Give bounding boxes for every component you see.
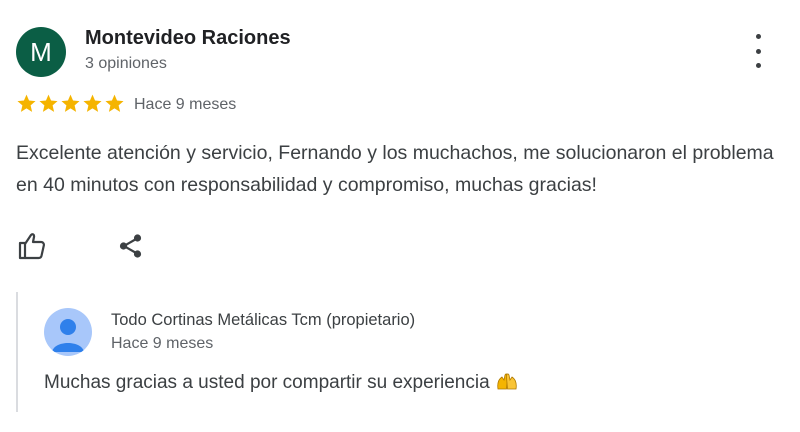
author-name[interactable]: Montevideo Raciones: [85, 27, 291, 50]
more-vert-icon-dot: [755, 48, 761, 54]
star-rating: [16, 93, 125, 114]
person-icon: [52, 319, 84, 352]
author-avatar[interactable]: M: [16, 27, 66, 77]
more-vert-icon-dot: [755, 34, 761, 39]
like-button[interactable]: [16, 230, 48, 262]
author-initial: M: [30, 36, 52, 67]
star-icon: [17, 94, 36, 112]
reply-divider: [16, 292, 18, 412]
reply-text-body: Muchas gracias a usted por compartir su …: [44, 372, 490, 393]
more-options-button[interactable]: [744, 34, 772, 68]
review-text: Excelente atención y servicio, Fernando …: [16, 142, 774, 196]
more-vert-icon-dot: [755, 63, 761, 68]
star-icon: [61, 94, 80, 112]
share-button[interactable]: [116, 231, 146, 261]
reply-text: Muchas gracias a usted por compartir su …: [44, 371, 518, 394]
reply-date: Hace 9 meses: [111, 335, 214, 352]
owner-avatar[interactable]: [44, 308, 92, 356]
raising-hands-emoji-icon: [496, 371, 518, 391]
star-icon: [39, 94, 58, 112]
star-icon: [83, 94, 102, 112]
owner-name: Todo Cortinas Metálicas Tcm (propietario…: [111, 311, 416, 329]
review-date: Hace 9 meses: [134, 96, 237, 113]
review-card: M Montevideo Raciones 3 opiniones Hace 9…: [0, 0, 800, 432]
star-icon: [105, 94, 124, 112]
author-review-count: 3 opiniones: [85, 55, 167, 72]
share-icon: [119, 234, 142, 258]
thumb-up-icon: [18, 233, 46, 260]
